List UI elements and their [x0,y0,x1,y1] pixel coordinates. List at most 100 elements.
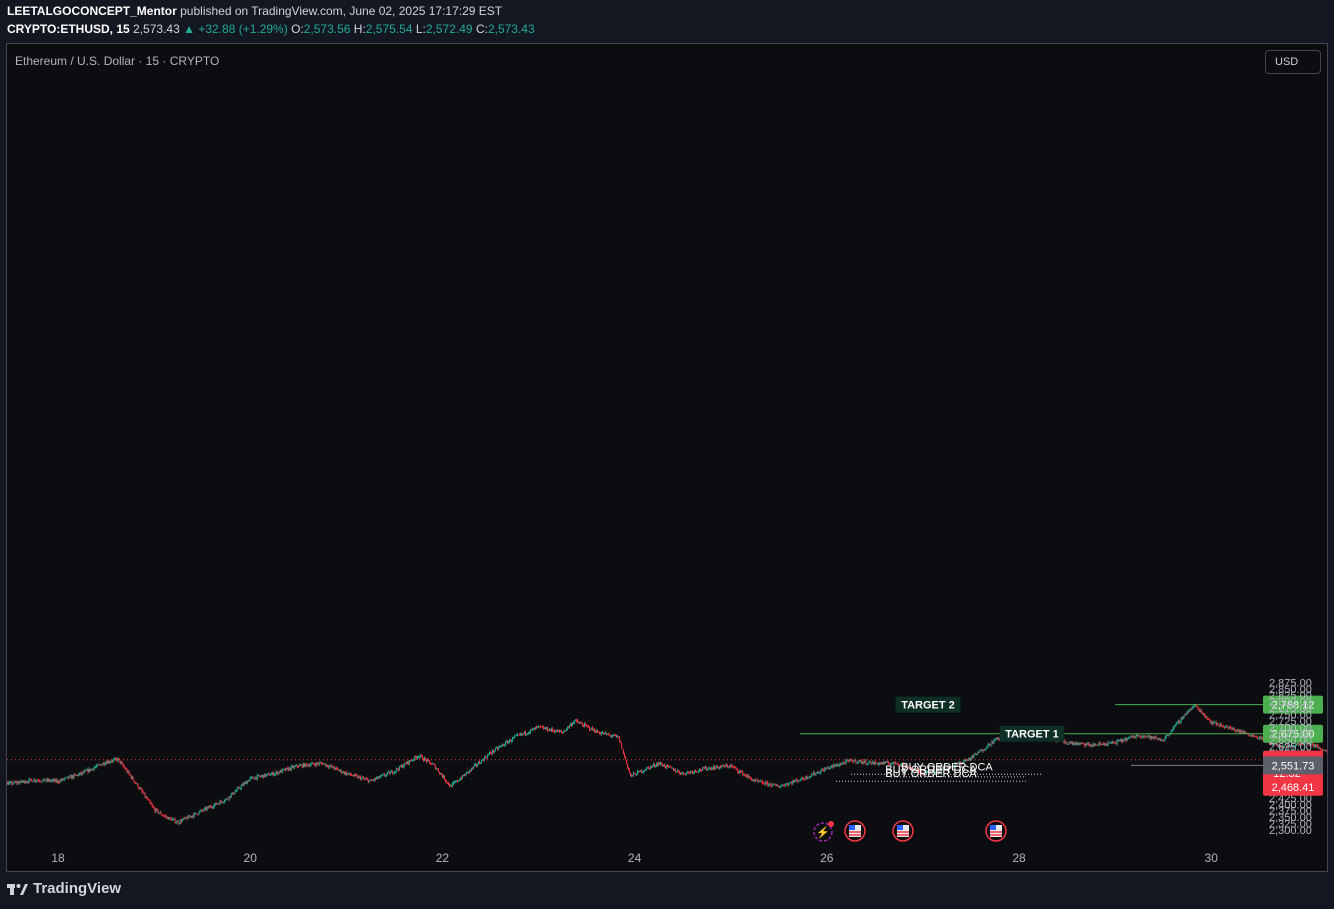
candle-body [1159,738,1161,741]
candle-body [612,735,614,737]
candle-body [23,780,25,782]
candle-body [171,819,173,821]
candle-body [216,803,218,805]
candle-body [667,764,669,766]
candle-body [1081,742,1083,744]
candle-body [603,732,605,735]
candle-body [684,773,686,775]
candle-body [209,806,211,808]
candle-body [1135,735,1137,738]
candle-body [646,767,648,771]
candle-body [623,749,625,755]
candle-body [379,775,381,778]
candle-body [161,814,163,816]
candle-body [1139,735,1141,737]
candle-body [455,780,457,782]
candle-body [842,762,844,764]
candle-body [459,778,461,781]
candle-body [1085,744,1087,747]
candle-body [114,758,116,760]
candle-body [1214,721,1216,723]
candle-body [188,815,190,818]
candle-body [49,779,51,782]
candle-body [1127,738,1129,739]
candle-body [341,772,343,774]
candle-body [756,779,758,781]
candle-body [429,762,431,765]
candle-body [616,735,618,737]
candle-body [1080,742,1082,744]
candle-body [695,770,697,772]
candle-body [307,765,309,767]
candle-body [1196,706,1198,708]
candle-body [1202,713,1204,715]
candle-body [182,818,184,820]
candle-body [329,765,331,767]
candle-body [489,752,491,754]
candle-body [712,768,714,770]
candle-body [165,816,167,818]
candle-body [673,768,675,771]
candle-body [506,741,508,744]
candle-body [1070,741,1072,743]
candle-body [1188,709,1190,712]
candle-body [1215,721,1217,726]
candle-body [841,763,843,765]
candle-body [492,750,494,752]
tradingview-logo-icon [7,883,28,895]
candle-body [1111,741,1113,743]
candle-body [462,774,464,776]
candle-body [90,768,92,771]
candle-body [785,784,787,787]
candle-body [483,756,485,761]
candle-body [739,771,741,773]
author-name[interactable]: LEETALGOCONCEPT_Mentor [7,4,177,18]
candle-body [816,772,818,774]
candle-body [1075,742,1077,744]
candle-body [287,768,289,771]
candle-body [19,782,21,784]
candle-body [708,767,710,770]
candle-body [878,763,880,765]
candle-body [763,783,765,785]
candle-body [977,751,979,755]
candle-body [323,763,325,765]
candle-body [691,771,693,773]
candle-body [639,770,641,772]
candle-body [865,760,867,765]
close-value: 2,573.43 [487,22,535,36]
candle-body [677,770,679,772]
candle-body [392,773,394,774]
candle-body [404,763,406,764]
candle-body [1065,742,1067,744]
candle-body [442,775,444,778]
candle-body [585,723,587,725]
tradingview-logo[interactable]: TradingView [7,880,121,897]
candle-body [79,772,81,775]
price-chart[interactable]: TARGET 2 2,788.12TARGET 1 2,675.00BUY ORDE… [7,44,1327,871]
chart-frame[interactable]: TARGET 2 2,788.12 TARGET 1 2,675.00 BUY ORDE… [6,43,1328,872]
candle-body [286,768,288,769]
candle-body [103,762,105,765]
candle-body [352,775,354,777]
candle-body [174,818,176,823]
candle-body [838,765,840,767]
candle-body [481,759,483,761]
candle-body [979,750,981,753]
candle-body [136,783,138,785]
candle-body [1171,729,1173,732]
candle-body [1227,727,1229,729]
currency-button[interactable]: USD [1265,50,1321,74]
candle-body [1100,743,1102,745]
candle-body [820,770,822,773]
candle-body [511,737,513,741]
candle-body [195,812,197,814]
candle-body [829,767,831,769]
candle-body [1200,710,1202,712]
candle-body [95,766,97,768]
candle-body [81,772,83,775]
candle-body [384,775,386,777]
candle-body [533,728,535,730]
candle-body [632,774,634,776]
candle-body [619,736,621,742]
